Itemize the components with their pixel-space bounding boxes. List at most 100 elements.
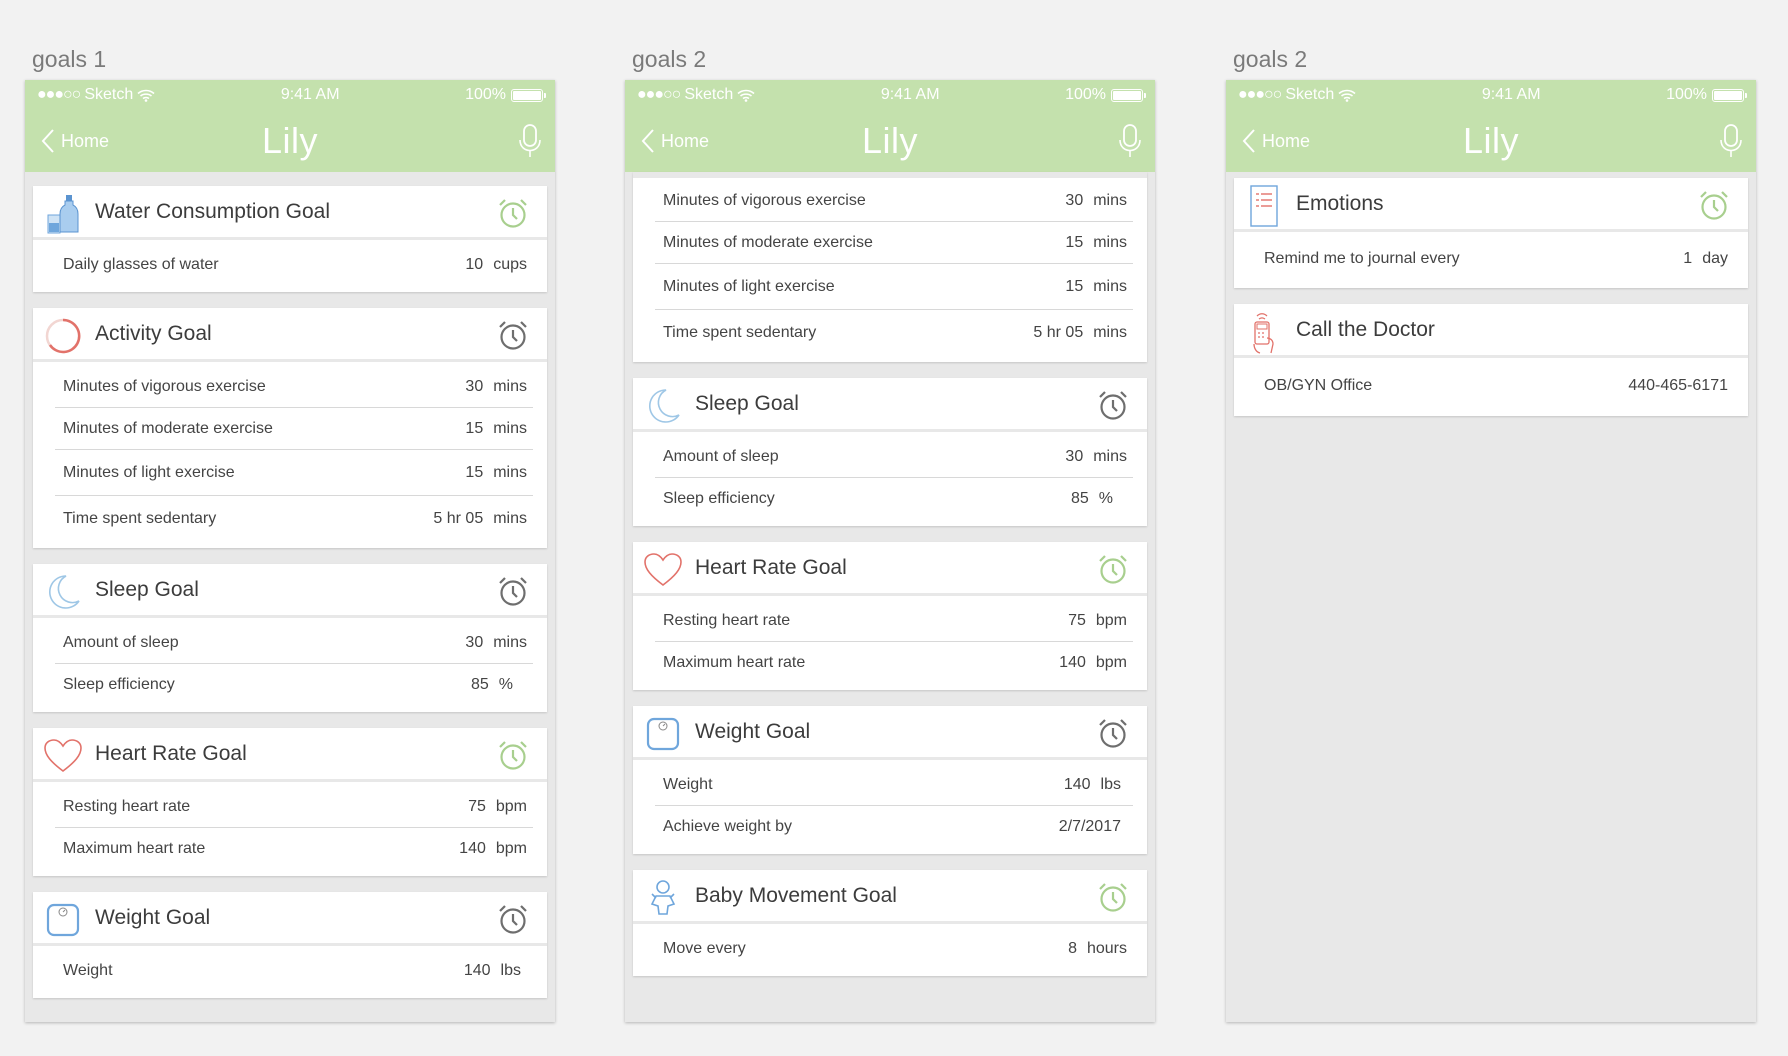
status-time: 9:41 AM	[880, 86, 940, 103]
battery-percent: 100%	[1666, 86, 1707, 103]
phone-screen-goals-2: ●●●○○ Sketch 9:41 AM 100% Home Lily Minu…	[625, 80, 1155, 1022]
list-item[interactable]: Resting heart rate 75 bpm	[655, 600, 1133, 642]
list-item[interactable]: Resting heart rate 75 bpm	[55, 786, 533, 828]
heart-rate-goal-card: Heart Rate Goal Resting heart rate 75 bpm …	[633, 542, 1147, 690]
row-value: 140	[1059, 654, 1086, 671]
back-label: Home	[61, 130, 110, 151]
card-title: Weight Goal	[95, 905, 211, 929]
row-unit: cups	[493, 256, 527, 273]
row-unit: mins	[493, 377, 527, 395]
row-unit: mins	[1093, 277, 1127, 295]
activity-ring-icon	[43, 316, 83, 356]
list-item[interactable]: Minutes of vigorous exercise 30 mins	[55, 366, 533, 408]
row-label: Move every	[663, 940, 746, 957]
alarm-clock-icon[interactable]	[497, 740, 529, 772]
row-label: Remind me to journal every	[1264, 250, 1460, 267]
alarm-clock-icon[interactable]	[1097, 554, 1129, 586]
microphone-icon	[1720, 124, 1742, 157]
microphone-button[interactable]	[519, 124, 541, 163]
list-item[interactable]: Achieve weight by 2/7/2017	[655, 806, 1133, 848]
phone-number[interactable]: 440-465-6171	[1628, 377, 1728, 395]
list-item[interactable]: Weight 140 lbs	[55, 950, 533, 992]
alarm-clock-icon[interactable]	[497, 198, 529, 230]
row-unit: %	[498, 676, 513, 693]
back-button[interactable]: Home	[41, 122, 109, 160]
list-item[interactable]: Amount of sleep 30 mins	[655, 436, 1133, 478]
phone-icon	[1244, 312, 1284, 354]
back-button[interactable]: Home	[641, 122, 709, 160]
row-unit: lbs	[500, 962, 521, 979]
card-title: Sleep Goal	[95, 577, 199, 601]
wifi-icon	[137, 89, 155, 102]
battery-icon	[511, 88, 546, 102]
moon-icon	[643, 386, 683, 426]
list-item[interactable]: Minutes of vigorous exercise 30 mins	[655, 180, 1133, 222]
row-value: 75	[1068, 611, 1086, 629]
status-time: 9:41 AM	[1481, 86, 1541, 103]
card-header: Weight Goal	[33, 892, 547, 946]
list-item[interactable]: Minutes of light exercise 15 mins	[655, 264, 1133, 310]
microphone-icon	[1119, 124, 1141, 157]
water-goal-card: Water Consumption Goal Daily glasses of …	[33, 186, 547, 292]
alarm-clock-icon[interactable]	[497, 576, 529, 608]
row-value: 1	[1683, 250, 1693, 267]
battery-percent: 100%	[465, 86, 506, 103]
row-value: 85	[1070, 490, 1089, 507]
row-unit: %	[1098, 490, 1113, 507]
heart-icon	[43, 736, 83, 776]
card-title: Baby Movement Goal	[695, 883, 897, 907]
row-value: 30	[465, 377, 484, 395]
nav-bar: Home Lily	[1226, 110, 1756, 172]
list-item[interactable]: Remind me to journal every 1 day	[1256, 236, 1734, 282]
list-item[interactable]: Minutes of moderate exercise 15 mins	[655, 222, 1133, 264]
alarm-clock-icon[interactable]	[1698, 190, 1730, 222]
card-header: Call the Doctor	[1234, 304, 1748, 358]
list-item[interactable]: Daily glasses of water 10 cups	[55, 244, 533, 286]
row-value: 140	[463, 962, 491, 979]
sleep-goal-card: Sleep Goal Amount of sleep 30 mins Sleep e…	[33, 564, 547, 712]
row-unit: mins	[1093, 324, 1127, 341]
card-title: Water Consumption Goal	[95, 199, 330, 223]
alarm-clock-icon[interactable]	[1097, 390, 1129, 422]
list-item[interactable]: Sleep efficiency 85%	[55, 664, 533, 706]
baby-icon	[643, 878, 683, 918]
list-item[interactable]: OB/GYN Office 440-465-6171	[1256, 362, 1734, 410]
card-header: Heart Rate Goal	[633, 542, 1147, 596]
list-item[interactable]: Sleep efficiency 85%	[655, 478, 1133, 520]
row-value: 140	[459, 840, 486, 857]
row-unit: hours	[1086, 940, 1127, 957]
list-item[interactable]: Time spent sedentary 5 hr 05 mins	[55, 496, 533, 542]
row-label: Time spent sedentary	[63, 510, 217, 527]
carrier-label: Sketch	[84, 86, 134, 103]
list-item[interactable]: Minutes of light exercise 15 mins	[55, 450, 533, 496]
microphone-button[interactable]	[1119, 124, 1141, 163]
list-item[interactable]: Maximum heart rate 140 bpm	[55, 828, 533, 870]
alarm-clock-icon[interactable]	[497, 904, 529, 936]
alarm-clock-icon[interactable]	[1097, 718, 1129, 750]
row-unit: bpm	[495, 797, 527, 815]
microphone-button[interactable]	[1720, 124, 1742, 163]
card-title: Activity Goal	[95, 321, 212, 345]
chevron-left-icon	[1242, 129, 1255, 153]
signal-dots: ●●●○○	[1238, 86, 1282, 103]
row-value: 15	[1065, 277, 1084, 295]
row-unit: mins	[493, 510, 527, 527]
battery-icon	[1712, 88, 1747, 102]
list-item[interactable]: Maximum heart rate 140 bpm	[655, 642, 1133, 684]
row-unit: day	[1702, 250, 1728, 267]
list-item[interactable]: Time spent sedentary 5 hr 05 mins	[655, 310, 1133, 356]
weight-goal-card: Weight Goal Weight 140 lbs Achieve weight …	[633, 706, 1147, 854]
list-item[interactable]: Amount of sleep 30 mins	[55, 622, 533, 664]
chevron-left-icon	[641, 129, 654, 153]
back-button[interactable]: Home	[1242, 122, 1310, 160]
card-header: Activity Goal	[33, 308, 547, 362]
scale-icon	[643, 714, 683, 754]
battery-percent: 100%	[1065, 86, 1106, 103]
nav-bar: Home Lily	[625, 110, 1155, 172]
list-item[interactable]: Minutes of moderate exercise 15 mins	[55, 408, 533, 450]
row-label: Minutes of moderate exercise	[63, 419, 273, 437]
alarm-clock-icon[interactable]	[1097, 882, 1129, 914]
list-item[interactable]: Move every 8 hours	[655, 928, 1133, 970]
alarm-clock-icon[interactable]	[497, 320, 529, 352]
list-item[interactable]: Weight 140 lbs	[655, 764, 1133, 806]
